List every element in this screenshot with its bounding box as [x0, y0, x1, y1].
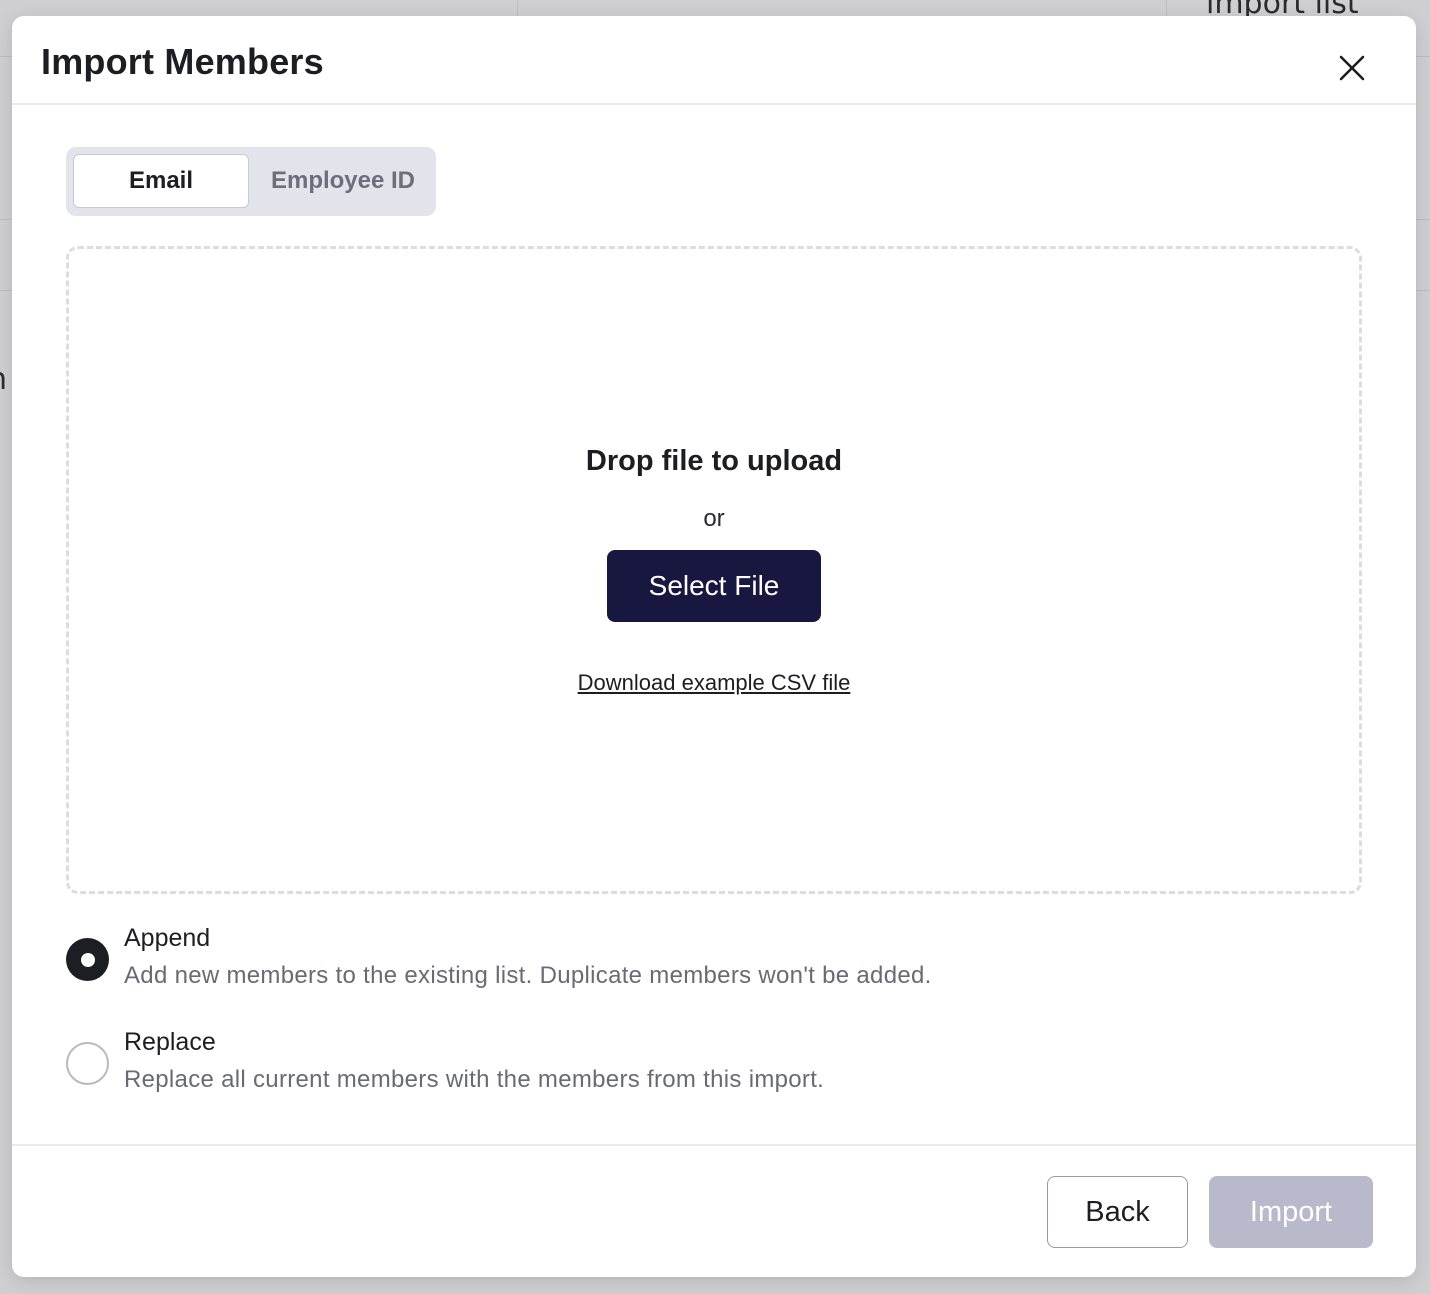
dialog-footer: Back Import — [12, 1144, 1416, 1279]
background-divider — [1416, 219, 1430, 220]
dialog-title: Import Members — [41, 41, 324, 82]
download-example-csv-link[interactable]: Download example CSV file — [578, 670, 851, 695]
close-button[interactable] — [1330, 46, 1374, 90]
radio-selected-dot — [80, 952, 95, 967]
append-description: Add new members to the existing list. Du… — [124, 962, 932, 989]
download-link-wrapper: Download example CSV file — [69, 670, 1359, 696]
dropzone-or-text: or — [703, 505, 725, 532]
select-file-button[interactable]: Select File — [607, 550, 821, 622]
import-members-dialog: Import Members Email Employee ID Drop fi… — [12, 16, 1416, 1277]
replace-radio[interactable] — [66, 1042, 109, 1085]
replace-description: Replace all current members with the mem… — [124, 1066, 825, 1093]
background-divider — [0, 56, 12, 57]
background-divider — [1166, 0, 1167, 16]
append-label: Append — [124, 924, 211, 952]
radio-option-replace[interactable]: Replace Replace all current members with… — [66, 1028, 1066, 1108]
radio-option-append[interactable]: Append Add new members to the existing l… — [66, 924, 1066, 1004]
background-divider — [1416, 56, 1430, 57]
dropzone-title: Drop file to upload — [585, 445, 843, 477]
background-divider — [1416, 290, 1430, 291]
dialog-header: Import Members — [12, 16, 1416, 105]
background-divider — [517, 0, 518, 16]
append-radio[interactable] — [66, 938, 109, 981]
import-button[interactable]: Import — [1209, 1176, 1373, 1248]
back-button[interactable]: Back — [1047, 1176, 1188, 1248]
replace-label: Replace — [124, 1028, 216, 1056]
identifier-toggle: Email Employee ID — [66, 147, 436, 216]
background-divider — [0, 219, 12, 220]
close-icon — [1339, 55, 1365, 81]
background-divider — [0, 290, 12, 291]
toggle-employee-id[interactable]: Employee ID — [256, 154, 430, 208]
file-dropzone[interactable]: Drop file to upload or Select File Downl… — [66, 246, 1362, 894]
background-left-text: n — [0, 362, 7, 397]
toggle-email[interactable]: Email — [73, 154, 249, 208]
